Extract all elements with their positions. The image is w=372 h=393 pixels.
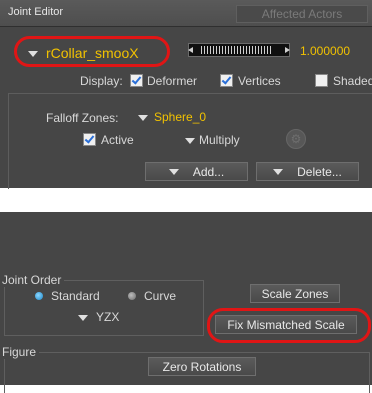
joint-settings-panel: Joint Order Standard Curve YZX Scale Zon…	[0, 212, 372, 393]
shaded-label: Shaded	[333, 74, 372, 88]
display-label: Display:	[80, 74, 123, 88]
falloff-zone-selector[interactable]: Sphere_0	[138, 110, 206, 124]
falloff-zone-name: Sphere_0	[154, 110, 207, 124]
curve-label: Curve	[144, 289, 177, 303]
joint-editor-panel: Joint Editor Affected Actors rCollar_smo…	[0, 0, 372, 189]
deformer-label: Deformer	[147, 74, 198, 88]
dial-ticks	[201, 46, 273, 54]
highlight-circle-actor	[14, 36, 170, 67]
dial-right-arrow-icon	[285, 47, 290, 53]
figure-label: Figure	[2, 345, 40, 359]
dial-value: 1.000000	[300, 44, 351, 58]
joint-order-label: Joint Order	[2, 273, 65, 287]
rotation-order-value: YZX	[96, 310, 120, 324]
panel-title: Joint Editor	[8, 6, 64, 18]
multiply-selector[interactable]: Multiply	[185, 133, 240, 147]
rotation-order-selector[interactable]: YZX	[78, 310, 119, 324]
scale-zones-button[interactable]: Scale Zones	[250, 284, 340, 303]
vertices-checkbox[interactable]	[220, 74, 233, 87]
vertices-label: Vertices	[238, 74, 281, 88]
multiply-label: Multiply	[199, 133, 240, 147]
chevron-down-icon	[168, 168, 179, 175]
curve-radio[interactable]	[128, 292, 136, 300]
link-icon[interactable]: ⚙	[286, 129, 306, 149]
falloff-zones-label: Falloff Zones:	[46, 111, 119, 125]
affected-actors-tab[interactable]: Affected Actors	[236, 5, 368, 23]
chevron-down-icon	[78, 314, 88, 321]
zero-rotations-button[interactable]: Zero Rotations	[148, 357, 256, 376]
shaded-checkbox[interactable]	[315, 74, 328, 87]
active-label: Active	[101, 133, 134, 147]
highlight-circle-fix	[207, 308, 371, 343]
value-dial[interactable]	[188, 43, 290, 57]
delete-zone-label: Delete...	[297, 164, 342, 179]
panel-titlebar: Joint Editor Affected Actors	[0, 0, 372, 27]
dial-left-arrow-icon	[188, 47, 193, 53]
chevron-down-icon	[138, 114, 148, 121]
add-zone-label: Add...	[192, 164, 225, 179]
chevron-down-icon	[273, 168, 284, 175]
deformer-checkbox[interactable]	[130, 74, 143, 87]
standard-radio[interactable]	[35, 292, 43, 300]
add-zone-button[interactable]: Add...	[145, 162, 248, 181]
active-checkbox[interactable]	[83, 133, 96, 146]
chevron-down-icon	[185, 137, 195, 144]
delete-zone-button[interactable]: Delete...	[256, 162, 359, 181]
standard-label: Standard	[51, 289, 100, 303]
